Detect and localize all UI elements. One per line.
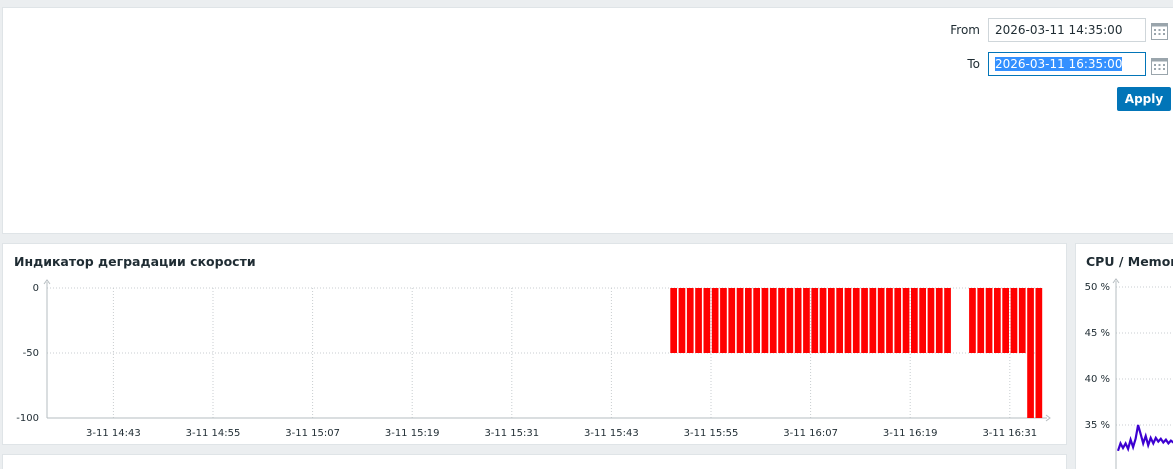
bar (994, 288, 1001, 353)
x-tick-label: 3-11 16:19 (883, 428, 938, 439)
bar (969, 288, 976, 353)
bar (1010, 288, 1018, 353)
bar (1035, 288, 1043, 418)
bar (985, 288, 993, 353)
apply-button[interactable]: Apply (1117, 87, 1171, 111)
bar (1018, 288, 1026, 353)
y-tick-label: -100 (16, 413, 39, 424)
bar (711, 288, 719, 353)
bar (703, 288, 711, 353)
to-label: To (967, 57, 980, 71)
x-tick-label: 3-11 16:31 (982, 428, 1037, 439)
x-tick-label: 3-11 14:43 (86, 428, 141, 439)
x-tick-label: 3-11 16:07 (783, 428, 838, 439)
bar (927, 288, 935, 353)
bar (745, 288, 752, 353)
x-tick-label: 3-11 14:55 (186, 428, 241, 439)
bar (919, 288, 926, 353)
bar (886, 288, 893, 353)
bar (803, 288, 810, 353)
bar (736, 288, 744, 353)
bar (852, 288, 860, 353)
cpu-chart: 50 % 45 % 40 % 35 % (1085, 278, 1173, 469)
bar (778, 288, 785, 353)
bar (1002, 288, 1009, 353)
bar (794, 288, 802, 353)
x-tick-label: 3-11 15:43 (584, 428, 639, 439)
bar (720, 288, 727, 353)
bars (670, 288, 1043, 418)
y-tick-label: 50 % (1085, 282, 1110, 293)
from-label: From (950, 23, 980, 37)
x-tick-label: 3-11 15:31 (484, 428, 539, 439)
bar (786, 288, 794, 353)
bar (1027, 288, 1034, 418)
bar (944, 288, 951, 353)
cpu-memory-widget: CPU / Memor 50 % 45 % 40 % 35 % (1075, 243, 1173, 469)
bar (869, 288, 877, 353)
cpu-series-line (1116, 424, 1173, 453)
bar (977, 288, 985, 353)
y-tick-label: 40 % (1085, 374, 1110, 385)
to-input[interactable] (988, 52, 1146, 76)
bar (670, 288, 677, 353)
x-tick-label: 3-11 15:07 (285, 428, 340, 439)
y-tick-label: 35 % (1085, 420, 1110, 431)
bar (753, 288, 760, 353)
bar (728, 288, 736, 353)
bar (836, 288, 843, 353)
bar (819, 288, 827, 353)
x-tick-label: 3-11 15:55 (684, 428, 739, 439)
bar (695, 288, 702, 353)
x-tick-label: 3-11 15:19 (385, 428, 440, 439)
bar (686, 288, 694, 353)
calendar-icon[interactable] (1150, 56, 1169, 76)
y-tick-label: 0 (33, 283, 39, 294)
time-filter-panel: From To (2, 7, 1173, 234)
bar (935, 288, 943, 353)
bar (828, 288, 835, 353)
bar (844, 288, 852, 353)
bar (678, 288, 686, 353)
from-input[interactable] (988, 18, 1146, 42)
y-tick-label: 45 % (1085, 328, 1110, 339)
bar (761, 288, 769, 353)
chart-grid (47, 287, 1043, 418)
bar (769, 288, 777, 353)
bar (811, 288, 819, 353)
degradation-chart: 0 -50 -100 3-11 14:43 3-11 14:55 3-11 15:07 3-… (16, 279, 1051, 439)
next-widget (2, 454, 1067, 469)
bar (861, 288, 868, 353)
bar (911, 288, 918, 353)
bar (894, 288, 902, 353)
y-tick-label: -50 (23, 348, 39, 359)
degradation-widget: Индикатор деградации скорости 0 -50 -100 3-… (2, 243, 1067, 445)
bar (902, 288, 910, 353)
bar (877, 288, 885, 353)
calendar-icon[interactable] (1150, 21, 1169, 41)
